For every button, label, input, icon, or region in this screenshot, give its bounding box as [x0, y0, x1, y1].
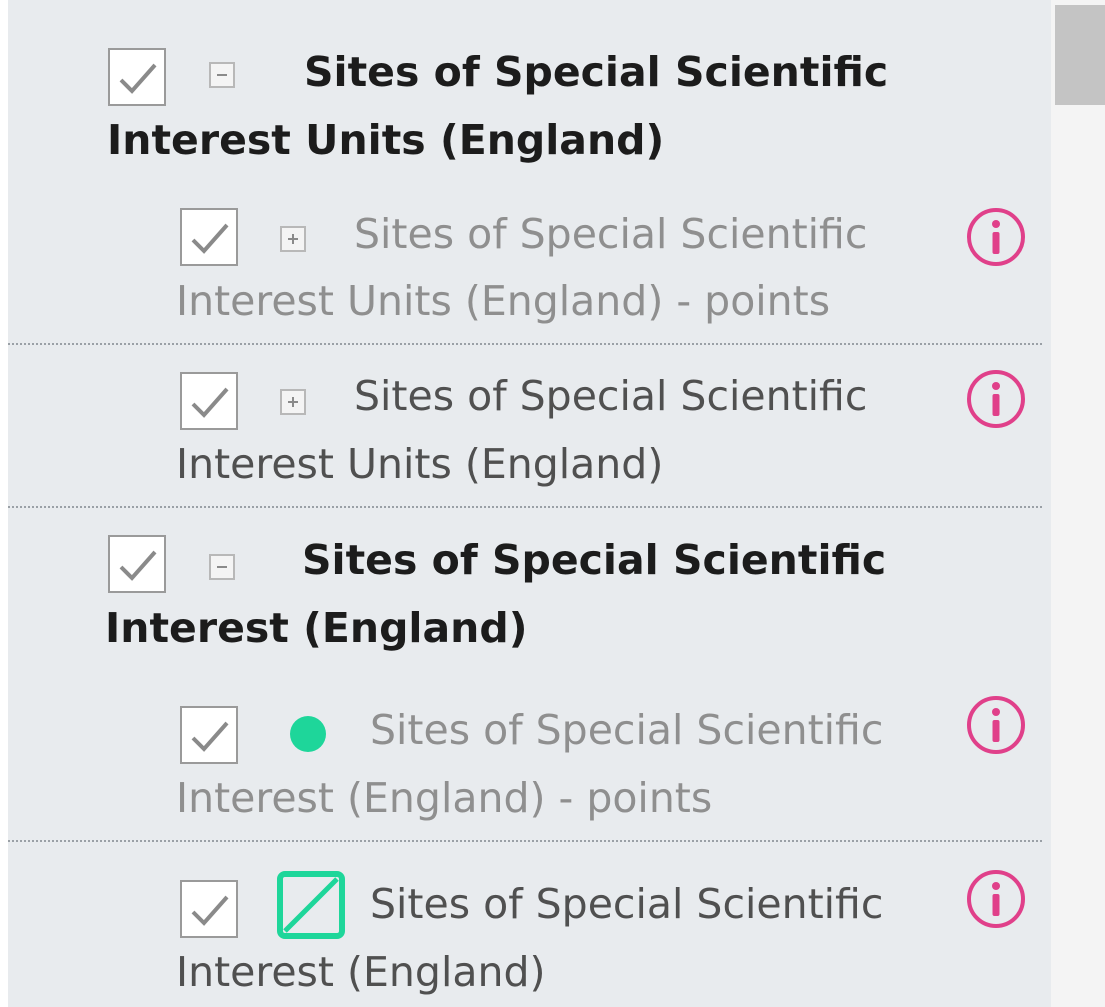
checkmark-icon — [191, 223, 229, 254]
divider — [8, 840, 1042, 842]
info-icon[interactable] — [965, 368, 1027, 430]
layer-checkbox[interactable] — [180, 880, 238, 938]
layer-name-line1[interactable]: Sites of Special Scientific — [370, 696, 883, 764]
group-title-line1[interactable]: Sites of Special Scientific — [304, 38, 888, 106]
group-checkbox[interactable] — [108, 535, 166, 593]
group-title-line2[interactable]: Interest (England) — [105, 594, 527, 662]
info-icon[interactable] — [965, 694, 1027, 756]
plus-icon — [288, 234, 298, 244]
collapse-toggle[interactable] — [209, 554, 235, 580]
group-checkbox[interactable] — [108, 48, 166, 106]
divider — [8, 506, 1042, 508]
minus-icon — [217, 74, 227, 76]
info-icon[interactable] — [965, 206, 1027, 268]
layer-checkbox[interactable] — [180, 208, 238, 266]
checkmark-icon — [119, 63, 157, 94]
layer-checkbox[interactable] — [180, 372, 238, 430]
expand-toggle[interactable] — [280, 226, 306, 252]
minus-icon — [217, 566, 227, 568]
checkmark-icon — [119, 550, 157, 581]
expand-toggle[interactable] — [280, 389, 306, 415]
layer-name-line2[interactable]: Interest Units (England) - points — [176, 267, 830, 335]
layer-name-line1[interactable]: Sites of Special Scientific — [354, 200, 867, 268]
divider — [8, 343, 1042, 345]
layer-name-line2[interactable]: Interest Units (England) — [176, 430, 663, 498]
checkmark-icon — [191, 721, 229, 752]
point-symbol-icon — [290, 716, 326, 752]
layer-name-line2[interactable]: Interest (England) — [176, 938, 545, 1006]
checkmark-icon — [191, 895, 229, 926]
layer-name-line1[interactable]: Sites of Special Scientific — [354, 362, 867, 430]
info-icon[interactable] — [965, 868, 1027, 930]
collapse-toggle[interactable] — [209, 62, 235, 88]
layer-name-line1[interactable]: Sites of Special Scientific — [370, 870, 883, 938]
checkmark-icon — [191, 387, 229, 418]
group-title-line2[interactable]: Interest Units (England) — [107, 106, 664, 174]
layer-checkbox[interactable] — [180, 706, 238, 764]
group-title-line1[interactable]: Sites of Special Scientific — [302, 526, 886, 594]
plus-icon — [288, 397, 298, 407]
layer-list-panel: Sites of Special Scientific Interest Uni… — [8, 0, 1051, 1007]
scrollbar-track[interactable] — [1051, 0, 1105, 1007]
layer-name-line2[interactable]: Interest (England) - points — [176, 764, 712, 832]
polygon-symbol-icon — [277, 871, 345, 939]
scrollbar-thumb[interactable] — [1055, 5, 1105, 105]
